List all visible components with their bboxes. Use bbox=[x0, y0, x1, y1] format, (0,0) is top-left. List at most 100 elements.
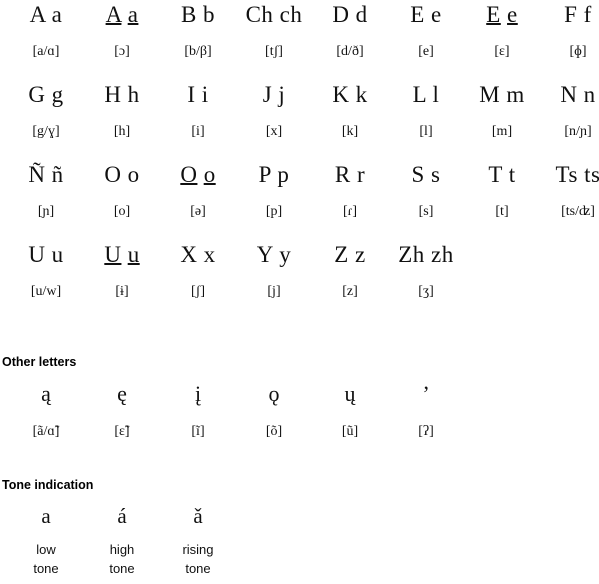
other-letter-cell: ų [ũ] bbox=[312, 380, 388, 442]
pronunciation: [ũ] bbox=[341, 424, 359, 439]
tone-label-line1: rising bbox=[182, 542, 214, 557]
pronunciation: [z] bbox=[342, 284, 358, 299]
letter-pair: H h bbox=[104, 82, 140, 107]
alphabet-cell: G g [g/ɣ] bbox=[8, 80, 84, 142]
alphabet-cell: O o [ə] bbox=[160, 160, 236, 222]
alphabet-cell: S s [s] bbox=[388, 160, 464, 222]
alphabet-row: U u [u/w] U u [ɨ] X x [ʃ] Y y [j] Z z [z] Zh zh [ʒ] bbox=[0, 240, 599, 320]
alphabet-cell: R r [ɾ] bbox=[312, 160, 388, 222]
tone-row: a low tone á high tone ǎ rising tone bbox=[0, 502, 599, 582]
pronunciation: [e] bbox=[418, 44, 434, 59]
pronunciation: [a/ɑ] bbox=[32, 44, 60, 59]
pronunciation: [n/ɲ] bbox=[564, 124, 592, 139]
letter-pair: J j bbox=[262, 82, 286, 107]
pronunciation: [tʃ] bbox=[265, 44, 283, 59]
pronunciation: [ɛ̃] bbox=[114, 424, 130, 439]
pronunciation: [ʃ] bbox=[191, 284, 205, 299]
other-letter-glyph: ǫ bbox=[268, 381, 280, 406]
pronunciation: [ɛ] bbox=[494, 44, 510, 59]
tone-label: high tone bbox=[84, 540, 160, 578]
letter-pair: P p bbox=[258, 162, 290, 187]
letter-pair: I i bbox=[187, 82, 209, 107]
letter-pair: A a bbox=[105, 2, 139, 27]
tone-glyph: a bbox=[41, 504, 51, 528]
alphabet-cell: Y y [j] bbox=[236, 240, 312, 302]
pronunciation: [g/ɣ] bbox=[32, 124, 60, 139]
letter-pair: M m bbox=[479, 82, 525, 107]
pronunciation: [t] bbox=[495, 204, 509, 219]
pronunciation: [h] bbox=[113, 124, 131, 139]
other-letter-glyph: ’ bbox=[422, 381, 430, 406]
pronunciation: [ts/ʣ] bbox=[561, 204, 595, 219]
alphabet-cell: Z z [z] bbox=[312, 240, 388, 302]
alphabet-cell: Ch ch [tʃ] bbox=[236, 0, 312, 62]
alphabet-cell: X x [ʃ] bbox=[160, 240, 236, 302]
tone-label-line2: tone bbox=[33, 561, 59, 576]
pronunciation: [i] bbox=[191, 124, 205, 139]
other-letter-glyph: ą bbox=[41, 381, 51, 406]
pronunciation: [l] bbox=[419, 124, 433, 139]
alphabet-cell: Ñ ñ [ɲ] bbox=[8, 160, 84, 222]
alphabet-cell: H h [h] bbox=[84, 80, 160, 142]
letter-pair: Y y bbox=[256, 242, 292, 267]
pronunciation: [ɲ] bbox=[37, 204, 55, 219]
letter-pair: N n bbox=[560, 82, 596, 107]
tone-indication-grid: a low tone á high tone ǎ rising tone bbox=[0, 502, 599, 582]
pronunciation: [ɔ] bbox=[114, 44, 130, 59]
letter-pair: D d bbox=[332, 2, 368, 27]
pronunciation: [k] bbox=[341, 124, 359, 139]
tone-indication-heading: Tone indication bbox=[2, 478, 94, 492]
tone-label-line1: low bbox=[36, 542, 56, 557]
alphabet-cell: N n [n/ɲ] bbox=[540, 80, 599, 142]
tone-cell: ǎ rising tone bbox=[160, 502, 236, 578]
alphabet-cell: P p [p] bbox=[236, 160, 312, 222]
alphabet-grid: A a [a/ɑ] A a [ɔ] B b [b/β] Ch ch [tʃ] D d [d/ð] E… bbox=[0, 0, 599, 320]
other-letters-grid: ą [ã/ɑ̃] ę [ɛ̃] į [ĩ] ǫ [õ] ų [ũ] ’ [ʔ] bbox=[0, 380, 599, 460]
pronunciation: [ɨ] bbox=[115, 284, 129, 299]
alphabet-cell: U u [ɨ] bbox=[84, 240, 160, 302]
alphabet-cell: B b [b/β] bbox=[160, 0, 236, 62]
pronunciation: [b/β] bbox=[184, 44, 212, 59]
other-letter-cell: ę [ɛ̃] bbox=[84, 380, 160, 442]
letter-pair: O o bbox=[104, 162, 140, 187]
pronunciation: [p] bbox=[265, 204, 283, 219]
alphabet-cell: A a [ɔ] bbox=[84, 0, 160, 62]
pronunciation: [ɾ] bbox=[343, 204, 357, 219]
alphabet-cell: J j [x] bbox=[236, 80, 312, 142]
pronunciation: [o] bbox=[113, 204, 131, 219]
tone-label-line2: tone bbox=[185, 561, 211, 576]
letter-pair: F f bbox=[564, 2, 592, 27]
letter-pair: E e bbox=[486, 2, 518, 27]
alphabet-cell: D d [d/ð] bbox=[312, 0, 388, 62]
tone-label-line1: high bbox=[109, 542, 135, 557]
letter-pair: G g bbox=[28, 82, 64, 107]
alphabet-cell: I i [i] bbox=[160, 80, 236, 142]
tone-cell: a low tone bbox=[8, 502, 84, 578]
pronunciation: [j] bbox=[267, 284, 281, 299]
pronunciation: [s] bbox=[418, 204, 434, 219]
alphabet-cell: E e [e] bbox=[388, 0, 464, 62]
other-letter-cell: ǫ [õ] bbox=[236, 380, 312, 442]
letter-pair: T t bbox=[488, 162, 516, 187]
letter-pair: Ñ ñ bbox=[28, 162, 64, 187]
pronunciation: [ɸ] bbox=[569, 44, 587, 59]
letter-pair: Z z bbox=[334, 242, 366, 267]
letter-pair: A a bbox=[29, 2, 63, 27]
letter-pair: S s bbox=[411, 162, 441, 187]
alphabet-cell: O o [o] bbox=[84, 160, 160, 222]
other-letter-glyph: į bbox=[194, 381, 202, 406]
alphabet-cell: M m [m] bbox=[464, 80, 540, 142]
tone-label: rising tone bbox=[160, 540, 236, 578]
pronunciation: [ã/ɑ̃] bbox=[32, 424, 60, 439]
tone-label: low tone bbox=[8, 540, 84, 578]
tone-glyph: á bbox=[117, 504, 127, 528]
other-letter-glyph: ę bbox=[117, 381, 127, 406]
pronunciation: [x] bbox=[265, 124, 283, 139]
letter-pair: U u bbox=[104, 242, 140, 267]
alphabet-row: A a [a/ɑ] A a [ɔ] B b [b/β] Ch ch [tʃ] D d [d/ð] E… bbox=[0, 0, 599, 80]
alphabet-cell: L l [l] bbox=[388, 80, 464, 142]
letter-pair: Zh zh bbox=[398, 242, 454, 267]
pronunciation: [d/ð] bbox=[336, 44, 364, 59]
pronunciation: [ʒ] bbox=[418, 284, 434, 299]
letter-pair: X x bbox=[180, 242, 216, 267]
